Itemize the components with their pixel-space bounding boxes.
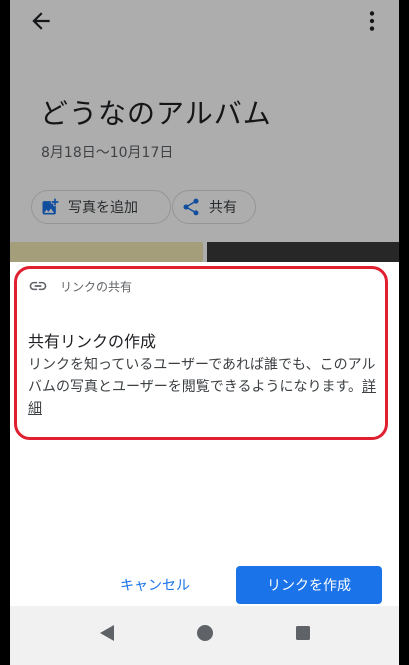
nav-recents-icon[interactable] (292, 622, 314, 644)
nav-back-icon[interactable] (96, 622, 118, 644)
share-link-sheet: リンクの共有 共有リンクの作成 リンクを知っているユーザーであれば誰でも、このア… (10, 262, 399, 606)
album-page: どうなのアルバム 8月18日〜10月17日 写真を追加 共有 (10, 0, 399, 272)
screen: どうなのアルバム 8月18日〜10月17日 写真を追加 共有 リンクの共有 共有… (10, 0, 399, 665)
highlight-outline (14, 266, 388, 440)
create-link-button[interactable]: リンクを作成 (236, 566, 382, 604)
nav-home-icon[interactable] (194, 622, 216, 644)
modal-scrim[interactable] (10, 0, 399, 262)
cancel-button[interactable]: キャンセル (104, 566, 206, 604)
system-nav-bar (10, 606, 399, 665)
